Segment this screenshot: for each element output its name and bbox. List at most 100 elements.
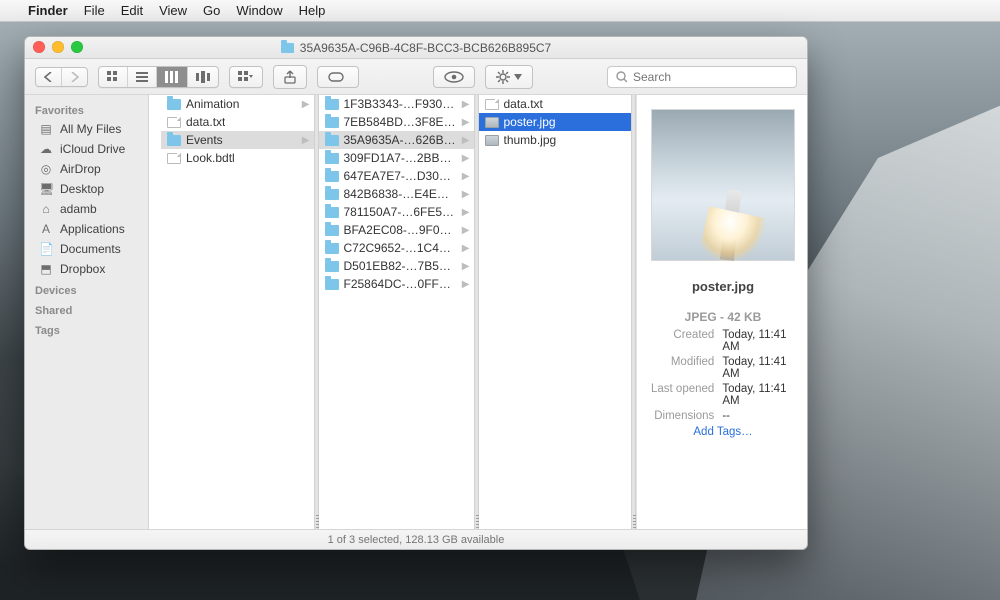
folder-icon: [325, 207, 339, 218]
arrange-segment: [229, 66, 263, 88]
menu-window[interactable]: Window: [236, 3, 282, 18]
view-coverflow-button[interactable]: [188, 67, 218, 87]
window-close-button[interactable]: [33, 41, 45, 53]
column-resize-handle[interactable]: [316, 515, 319, 529]
file-row[interactable]: data.txt: [161, 113, 316, 131]
folder-icon: [281, 43, 294, 53]
forward-button[interactable]: [62, 68, 87, 86]
folder-icon: [167, 99, 181, 110]
file-name: 7EB584BD…3F8E75DB4: [344, 115, 457, 129]
file-row[interactable]: 781150A7-…6FE5ECCA4▶: [319, 203, 476, 221]
menu-help[interactable]: Help: [299, 3, 326, 18]
sidebar-item-label: AirDrop: [60, 162, 101, 176]
file-name: Animation: [186, 97, 239, 111]
chevron-right-icon: ▶: [462, 99, 470, 110]
file-row[interactable]: BFA2EC08-…9F099D765▶: [319, 221, 476, 239]
sidebar-item-desktop[interactable]: 🖥Desktop: [25, 179, 148, 199]
chevron-right-icon: ▶: [462, 243, 470, 254]
file-row[interactable]: Animation ▶: [161, 95, 316, 113]
chevron-right-icon: ▶: [462, 261, 470, 272]
preview-filename: poster.jpg: [692, 279, 754, 294]
file-row[interactable]: 647EA7E7-…D3088B0BF▶: [319, 167, 476, 185]
folder-icon: [325, 153, 339, 164]
back-button[interactable]: [36, 68, 62, 86]
quicklook-button[interactable]: [433, 66, 475, 88]
tags-button[interactable]: [317, 66, 359, 88]
sidebar-section-devices: Devices: [25, 279, 148, 299]
sidebar-item-icloud[interactable]: ☁iCloud Drive: [25, 139, 148, 159]
image-icon: [485, 135, 499, 146]
status-text: 1 of 3 selected, 128.13 GB available: [328, 534, 505, 546]
chevron-right-icon: ▶: [302, 135, 310, 146]
file-row[interactable]: 309FD1A7-…2BB885776▶: [319, 149, 476, 167]
active-app-name[interactable]: Finder: [28, 3, 68, 18]
file-row[interactable]: C72C9652-…1C4B04390▶: [319, 239, 476, 257]
titlebar[interactable]: 35A9635A-C96B-4C8F-BCC3-BCB626B895C7: [25, 37, 807, 59]
folder-icon: [325, 189, 339, 200]
folder-icon: [167, 135, 181, 146]
column-1: 1F3B3343-…F930886CC▶7EB584BD…3F8E75DB4▶3…: [319, 95, 479, 529]
window-zoom-button[interactable]: [71, 41, 83, 53]
chevron-right-icon: ▶: [462, 279, 470, 290]
preview-created-value: Today, 11:41 AM: [722, 329, 795, 353]
menu-file[interactable]: File: [84, 3, 105, 18]
file-row[interactable]: 1F3B3343-…F930886CC ▶: [319, 95, 476, 113]
file-row[interactable]: 35A9635A-…626B895C7▶: [319, 131, 476, 149]
file-row[interactable]: 842B6838-…E4EC9CC7▶: [319, 185, 476, 203]
window-title: 35A9635A-C96B-4C8F-BCC3-BCB626B895C7: [300, 41, 551, 55]
sidebar-item-label: iCloud Drive: [60, 142, 125, 156]
file-row[interactable]: 7EB584BD…3F8E75DB4▶: [319, 113, 476, 131]
sidebar-section-favorites: Favorites: [25, 99, 148, 119]
preview-thumbnail: [651, 109, 795, 261]
column-resize-handle[interactable]: [633, 515, 636, 529]
arrange-button[interactable]: [230, 67, 262, 87]
status-bar: 1 of 3 selected, 128.13 GB available: [25, 529, 807, 549]
search-input[interactable]: [633, 70, 788, 84]
file-row[interactable]: thumb.jpg: [479, 131, 634, 149]
column-resize-handle[interactable]: [476, 515, 479, 529]
file-row[interactable]: data.txt: [479, 95, 634, 113]
sidebar-item-documents[interactable]: 📄Documents: [25, 239, 148, 259]
dropbox-icon: ⬒: [39, 262, 53, 276]
sidebar-section-shared: Shared: [25, 299, 148, 319]
file-row[interactable]: Events▶: [161, 131, 316, 149]
sidebar-item-label: Applications: [60, 222, 125, 236]
menu-edit[interactable]: Edit: [121, 3, 143, 18]
preview-created-label: Created: [651, 329, 714, 353]
chevron-right-icon: ▶: [302, 99, 310, 110]
file-name: 35A9635A-…626B895C7: [344, 133, 457, 147]
sidebar-item-applications[interactable]: AApplications: [25, 219, 148, 239]
add-tags-link[interactable]: Add Tags…: [693, 426, 752, 438]
preview-opened-label: Last opened: [651, 383, 714, 407]
document-icon: [485, 99, 499, 110]
column-2: data.txt poster.jpgthumb.jpg: [479, 95, 637, 529]
view-list-button[interactable]: [128, 67, 157, 87]
file-row[interactable]: Look.bdtl: [161, 149, 316, 167]
sidebar-item-label: Dropbox: [60, 262, 105, 276]
preview-dimensions-value: --: [722, 410, 795, 422]
search-field[interactable]: [607, 66, 797, 88]
view-icon-button[interactable]: [99, 67, 128, 87]
menu-view[interactable]: View: [159, 3, 187, 18]
file-name: 1F3B3343-…F930886CC: [344, 97, 457, 111]
sidebar-item-airdrop[interactable]: ◎AirDrop: [25, 159, 148, 179]
chevron-right-icon: ▶: [462, 207, 470, 218]
view-column-button[interactable]: [157, 67, 188, 87]
window-minimize-button[interactable]: [52, 41, 64, 53]
sidebar-section-tags: Tags: [25, 319, 148, 339]
menu-go[interactable]: Go: [203, 3, 220, 18]
sidebar-item-dropbox[interactable]: ⬒ Dropbox: [25, 259, 148, 279]
folder-icon: [325, 99, 339, 110]
folder-icon: [325, 225, 339, 236]
image-icon: [485, 117, 499, 128]
preview-dimensions-label: Dimensions: [651, 410, 714, 422]
file-name: data.txt: [504, 97, 543, 111]
file-row[interactable]: D501EB82-…7B54B1903▶: [319, 257, 476, 275]
sidebar-item-all-my-files[interactable]: ▤All My Files: [25, 119, 148, 139]
sidebar-item-home[interactable]: ⌂adamb: [25, 199, 148, 219]
file-row[interactable]: F25864DC-…0FFC90DE▶: [319, 275, 476, 293]
finder-window: 35A9635A-C96B-4C8F-BCC3-BCB626B895C7: [24, 36, 808, 550]
file-row[interactable]: poster.jpg: [479, 113, 634, 131]
action-button[interactable]: [485, 65, 533, 89]
share-button[interactable]: [273, 65, 307, 89]
